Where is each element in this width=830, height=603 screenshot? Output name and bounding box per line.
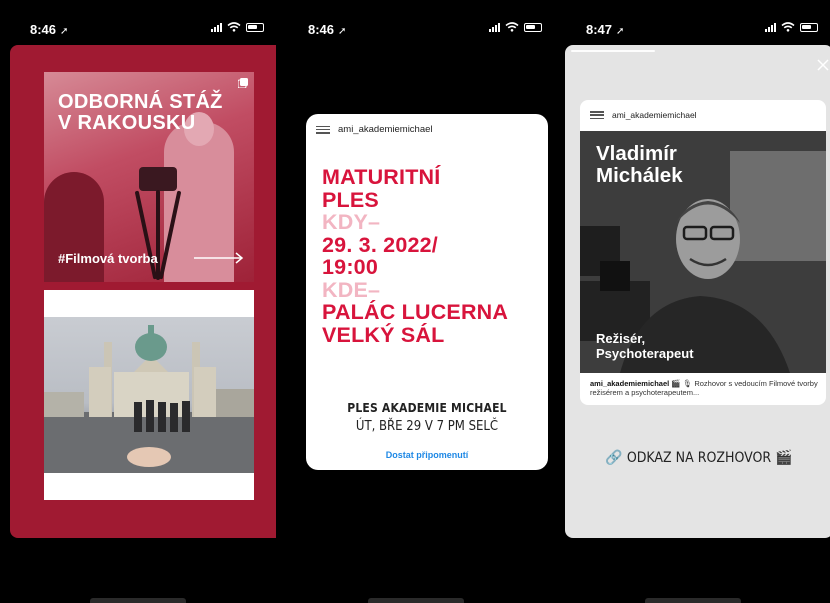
- phone-screen-1: 8:46 ➚ ODBORNÁ STÁŽ V RAKOUSKU #Filmová t…: [0, 0, 276, 603]
- person-name: Vladimír Michálek: [596, 142, 683, 187]
- phone-screen-2: 8:46 ➚ ami_akademiemichael MATURITNÍ PLES…: [278, 0, 554, 603]
- signal-icon: [489, 22, 500, 32]
- home-indicator: [645, 598, 741, 603]
- film-post-image[interactable]: ODBORNÁ STÁŽ V RAKOUSKU #Filmová tvorba: [44, 72, 254, 282]
- vienna-post-image[interactable]: [44, 290, 254, 500]
- story-tag: #Filmová tvorba: [58, 251, 158, 266]
- home-indicator: [368, 598, 464, 603]
- signal-icon: [765, 22, 776, 32]
- event-sticker[interactable]: PLES AKADEMIE MICHAEL ÚT, BŘE 29 V 7 PM …: [306, 401, 548, 434]
- interview-link-sticker[interactable]: 🔗 ODKAZ NA ROZHOVOR 🎬: [565, 450, 830, 466]
- status-bar: 8:46 ➚: [278, 18, 554, 38]
- battery-icon: [246, 22, 264, 32]
- karlskirche-photo: [44, 317, 254, 473]
- account-logo-icon: [590, 111, 604, 119]
- post-username[interactable]: ami_akademiemichael: [612, 110, 697, 120]
- multi-image-icon: [238, 78, 248, 88]
- location-arrow-icon: ➚: [616, 26, 625, 37]
- person-role: Režisér, Psychoterapeut: [596, 331, 694, 361]
- arrow-right-icon: [194, 252, 244, 264]
- poster-line: KDE–: [322, 277, 381, 302]
- signal-icon: [211, 22, 222, 32]
- shared-post-card[interactable]: ami_akademiemichael MATURITNÍ PLES KDY– …: [306, 114, 548, 470]
- account-logo-icon: [316, 125, 330, 134]
- post-caption: ami_akademiemichael 🎬 🎙 Rozhovor s vedou…: [590, 379, 818, 398]
- post-header[interactable]: ami_akademiemichael: [316, 124, 433, 135]
- event-title: PLES AKADEMIE MICHAEL: [347, 401, 507, 415]
- wifi-icon: [227, 22, 241, 32]
- poster-line: KDY–: [322, 210, 381, 235]
- link-icon: 🔗: [605, 450, 623, 466]
- status-bar: 8:46 ➚: [0, 18, 276, 38]
- get-reminder-button[interactable]: Dostat připomenutí: [306, 450, 548, 460]
- poster-line: 29. 3. 2022/: [322, 232, 438, 257]
- story-progress-bar: [571, 50, 655, 52]
- post-username[interactable]: ami_akademiemichael: [338, 124, 433, 135]
- location-arrow-icon: ➚: [60, 26, 69, 37]
- location-arrow-icon: ➚: [338, 26, 347, 37]
- clapperboard-icon: 🎬: [775, 450, 793, 466]
- post-header[interactable]: ami_akademiemichael: [590, 110, 697, 120]
- poster-line: MATURITNÍ: [322, 165, 441, 189]
- battery-icon: [800, 22, 818, 32]
- close-icon[interactable]: [817, 59, 829, 71]
- poster-line: VELKÝ SÁL: [322, 322, 445, 347]
- status-time: 8:46 ➚: [30, 22, 69, 37]
- poster-line: PALÁC LUCERNA: [322, 300, 509, 325]
- wifi-icon: [505, 22, 519, 32]
- home-indicator: [90, 598, 186, 603]
- story-title: ODBORNÁ STÁŽ V RAKOUSKU: [58, 91, 223, 134]
- phone-screen-3: 8:47 ➚ ami_akademiemichael Vladimír Mich…: [556, 0, 830, 603]
- poster-line: 19:00: [322, 255, 378, 280]
- story-view[interactable]: ami_akademiemichael Vladimír Michálek Re…: [565, 45, 830, 538]
- portrait-image[interactable]: Vladimír Michálek Režisér, Psychoterapeu…: [580, 131, 826, 373]
- status-bar: 8:47 ➚: [556, 18, 830, 38]
- battery-icon: [524, 22, 542, 32]
- story-card[interactable]: ODBORNÁ STÁŽ V RAKOUSKU #Filmová tvorba: [10, 45, 276, 538]
- link-label: ODKAZ NA ROZHOVOR: [626, 450, 772, 466]
- wifi-icon: [781, 22, 795, 32]
- shared-post-card[interactable]: ami_akademiemichael Vladimír Michálek Re…: [580, 100, 826, 405]
- poster-line: PLES: [322, 187, 379, 212]
- event-poster-text: MATURITNÍ PLES KDY– 29. 3. 2022/ 19:00 K…: [322, 166, 508, 347]
- status-time: 8:46 ➚: [308, 22, 347, 37]
- status-time: 8:47 ➚: [586, 22, 625, 37]
- event-time: ÚT, BŘE 29 V 7 PM SELČ: [355, 419, 499, 434]
